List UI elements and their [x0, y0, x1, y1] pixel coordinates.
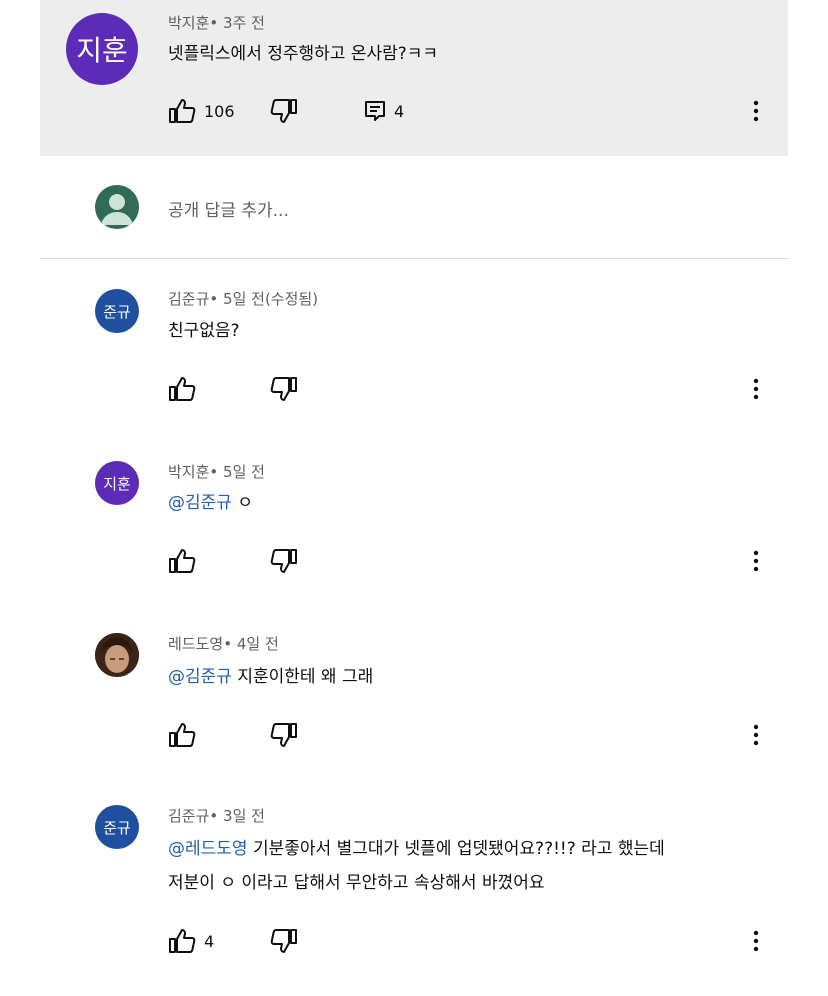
thumbs-up-icon	[169, 549, 196, 573]
comment-meta: 박지훈• 5일 전	[168, 461, 265, 482]
comment-text-line2: 저분이 ㅇ 이라고 답해서 무안하고 속상해서 바꼈어요	[168, 873, 545, 893]
like-count: 4	[204, 931, 215, 951]
comment-time: 5일 전(수정됨)	[223, 290, 319, 308]
thumbs-up-icon	[169, 99, 196, 123]
more-vertical-icon	[753, 100, 759, 122]
meta-separator: •	[223, 635, 233, 653]
profile-photo	[95, 633, 139, 677]
reply-input[interactable]: 공개 답글 추가...	[168, 196, 289, 221]
comment-text: @김준규 ㅇ	[168, 486, 768, 520]
comment-body: 친구없음?	[168, 321, 240, 341]
comment-time: 5일 전	[223, 463, 265, 481]
more-options-button[interactable]	[742, 546, 770, 576]
like-button[interactable]: 4	[168, 926, 214, 956]
comment-time: 3일 전	[223, 807, 265, 825]
comment-text: 넷플릭스에서 정주행하고 온사람?ㅋㅋ	[168, 44, 439, 64]
comment-text: 친구없음?	[168, 314, 768, 348]
comment-meta: 김준규• 5일 전(수정됨)	[168, 288, 318, 309]
meta-separator: •	[209, 290, 219, 308]
default-user-icon	[101, 194, 133, 225]
like-button[interactable]	[168, 546, 196, 576]
comment-actions	[168, 720, 788, 750]
comment-author[interactable]: 김준규	[168, 290, 209, 308]
avatar[interactable]: 준규	[95, 289, 139, 333]
comment-meta: 레드도영• 4일 전	[168, 633, 279, 654]
comment-author[interactable]: 김준규	[168, 807, 209, 825]
dislike-button[interactable]	[270, 720, 298, 750]
dislike-button[interactable]	[270, 96, 298, 126]
mention-link[interactable]: @김준규	[168, 493, 232, 513]
avatar[interactable]: 지훈	[95, 461, 139, 505]
dislike-button[interactable]	[270, 374, 298, 404]
dislike-button[interactable]	[270, 546, 298, 576]
like-button[interactable]	[168, 374, 196, 404]
comment-body: ㅇ	[237, 493, 253, 513]
comment-meta: 박지훈• 3주 전	[168, 12, 265, 33]
more-options-button[interactable]	[742, 926, 770, 956]
more-vertical-icon	[753, 724, 759, 746]
reply-comment-icon	[365, 101, 385, 121]
more-options-button[interactable]	[742, 374, 770, 404]
comment-body: 기분좋아서 별그대가 넷플에 업뎃됐어요??!!? 라고 했는데	[252, 839, 665, 859]
like-button[interactable]: 106	[168, 96, 235, 126]
thumbs-down-icon	[270, 549, 297, 573]
mention-link[interactable]: @레드도영	[168, 839, 248, 859]
avatar[interactable]	[95, 633, 139, 677]
comment-time: 3주 전	[223, 14, 265, 32]
dislike-button[interactable]	[270, 926, 298, 956]
more-vertical-icon	[753, 930, 759, 952]
comment-author[interactable]: 박지훈	[168, 14, 209, 32]
avatar[interactable]: 지훈	[66, 13, 138, 85]
more-options-button[interactable]	[742, 96, 770, 126]
thumbs-down-icon	[270, 99, 297, 123]
thumbs-up-icon	[169, 377, 196, 401]
divider	[40, 258, 788, 259]
like-button[interactable]	[168, 720, 196, 750]
thumbs-up-icon	[169, 723, 196, 747]
thumbs-down-icon	[270, 723, 297, 747]
reply-count: 4	[394, 101, 405, 121]
comment-text: @김준규 지훈이한테 왜 그래	[168, 660, 768, 694]
thumbs-down-icon	[270, 377, 297, 401]
avatar-initials: 준규	[103, 302, 131, 321]
more-vertical-icon	[753, 378, 759, 400]
comment-meta: 김준규• 3일 전	[168, 805, 265, 826]
reply-button[interactable]: 4	[364, 96, 404, 126]
avatar-initials: 준규	[103, 818, 131, 837]
comment-actions	[168, 374, 788, 404]
thumbs-down-icon	[270, 929, 297, 953]
avatar-initials: 지훈	[103, 474, 131, 493]
more-vertical-icon	[753, 550, 759, 572]
comment-actions	[168, 546, 788, 576]
comment-author[interactable]: 레드도영	[168, 635, 223, 653]
thumbs-up-icon	[169, 929, 196, 953]
like-count: 106	[204, 101, 235, 121]
comment-actions: 106 4	[168, 96, 788, 126]
meta-separator: •	[209, 463, 219, 481]
current-user-avatar	[95, 185, 139, 229]
avatar-initials: 지훈	[76, 34, 128, 67]
more-options-button[interactable]	[742, 720, 770, 750]
mention-link[interactable]: @김준규	[168, 667, 232, 687]
comment-author[interactable]: 박지훈	[168, 463, 209, 481]
comment-time: 4일 전	[236, 635, 279, 653]
meta-separator: •	[209, 807, 219, 825]
avatar[interactable]: 준규	[95, 805, 139, 849]
comment-body: 지훈이한테 왜 그래	[237, 667, 374, 687]
comment-text: @레드도영 기분좋아서 별그대가 넷플에 업뎃됐어요??!!? 라고 했는데	[168, 832, 768, 866]
parent-comment	[40, 0, 788, 156]
meta-separator: •	[209, 14, 219, 32]
comment-actions: 4	[168, 926, 788, 956]
